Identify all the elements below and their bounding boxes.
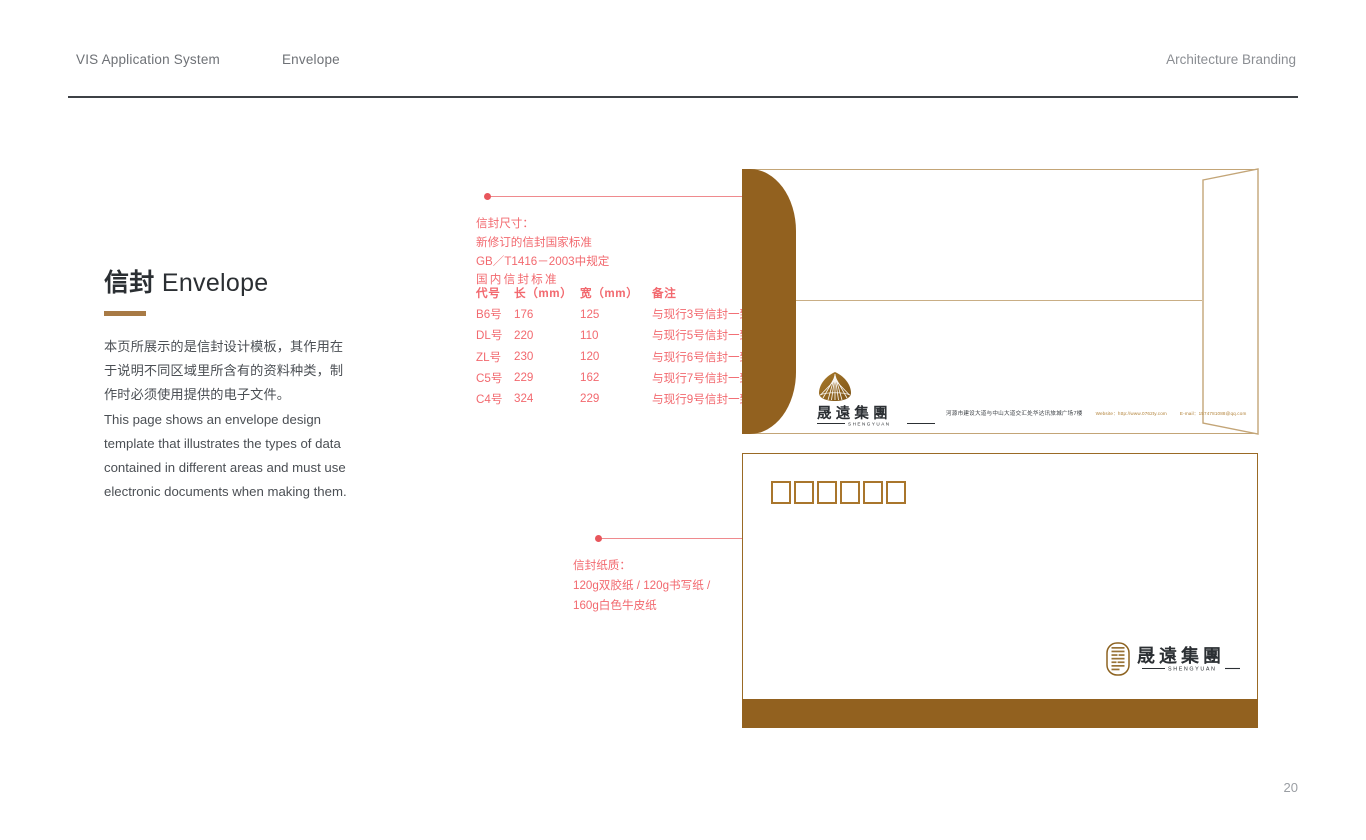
intro-body-cn: 本页所展示的是信封设计模板，其作用在于说明不同区域里所含有的资料种类，制作时必须… (104, 339, 344, 403)
page-number: 20 (1283, 780, 1298, 795)
postal-code-boxes (771, 481, 906, 504)
col-header-width: 宽（mm） (580, 287, 639, 300)
cell-remark: 与现行9号信封一致 (652, 392, 752, 406)
col-header-code: 代号 (476, 287, 501, 300)
table-row: DL号 220 110 与现行5号信封一致 (476, 327, 751, 348)
contact-email-value: 1574781088@qq.com (1198, 411, 1247, 416)
size-note-line2: GB／T1416－2003中规定 (476, 254, 610, 268)
postal-code-box (886, 481, 906, 504)
cell-remark: 与现行3号信封一致 (652, 308, 752, 322)
paper-note-line1: 120g双胶纸 / 120g书写纸 / (573, 578, 711, 592)
cell-length: 230 (514, 350, 534, 364)
header-section-label: VIS Application System (76, 52, 220, 67)
contact-website-label: Website： (1095, 411, 1118, 416)
postal-code-box (863, 481, 883, 504)
paper-note-group: 信封纸质： 120g双胶纸 / 120g书写纸 / 160g白色牛皮纸 (573, 556, 710, 616)
table-row: C4号 324 229 与现行9号信封一致 (476, 391, 751, 412)
intro-block: 信封 Envelope 本页所展示的是信封设计模板，其作用在于说明不同区域里所含… (104, 268, 354, 504)
paper-note-line2: 160g白色牛皮纸 (573, 598, 657, 612)
envelope-front-mockup: 晟遠集團 SHENGYUAN (742, 453, 1258, 728)
cell-width: 110 (580, 328, 599, 342)
header-left-group: VIS Application System Envelope (76, 52, 340, 67)
postal-code-box (817, 481, 837, 504)
contact-email: E-mail：1574781088@qq.com (1180, 411, 1247, 417)
contact-email-label: E-mail： (1179, 411, 1199, 416)
cell-width: 229 (580, 392, 600, 406)
shengyuan-tower-icon (819, 372, 851, 401)
header-divider (68, 96, 1298, 98)
cell-length: 176 (514, 307, 534, 321)
size-table-body: 代号 长（mm） 宽（mm） 备注 B6号 176 125 与现行3号信封一致 … (476, 285, 751, 412)
header-page-label: Envelope (281, 52, 340, 67)
cell-code: C5号 (476, 371, 503, 385)
shengyuan-wordmark: 晟遠集團 SHENGYUAN (817, 405, 935, 427)
col-header-length: 长（mm） (514, 287, 573, 300)
cell-width: 125 (580, 307, 600, 321)
title-underline (104, 311, 146, 316)
envelope-front-bottom-bar (742, 699, 1258, 728)
postal-code-box (771, 481, 791, 504)
cell-code: C4号 (476, 392, 503, 406)
cell-remark: 与现行5号信封一致 (652, 329, 752, 343)
table-row: ZL号 230 120 与现行6号信封一致 (476, 349, 751, 370)
svg-text:晟遠集團: 晟遠集團 (817, 405, 892, 422)
cell-code: B6号 (476, 308, 502, 322)
size-note-heading-group: 信封尺寸： 新修订的信封国家标准 GB／T1416－2003中规定 国内信封标准 (476, 215, 609, 290)
cell-length: 220 (514, 328, 534, 342)
svg-text:SHENGYUAN: SHENGYUAN (1168, 667, 1217, 673)
cell-code: DL号 (476, 329, 503, 343)
cell-remark: 与现行6号信封一致 (652, 350, 752, 364)
cell-length: 324 (514, 392, 534, 406)
size-table-element: 代号 长（mm） 宽（mm） 备注 B6号 176 125 与现行3号信封一致 … (476, 285, 751, 412)
envelope-back-brand-lockup: 晟遠集團 SHENGYUAN (817, 371, 937, 427)
envelope-size-table: 代号 长（mm） 宽（mm） 备注 B6号 176 125 与现行3号信封一致 … (476, 285, 751, 412)
page-title: 信封 Envelope (104, 268, 354, 298)
page-title-cn: 信封 (104, 269, 155, 297)
cell-code: ZL号 (476, 350, 502, 364)
col-header-remark: 备注 (652, 287, 677, 300)
annotation-leader-line-size (488, 196, 742, 197)
envelope-back-contact-row: 河源市建设大道与中山大道交汇处华达讯旅城广场7楼 Website：http://… (946, 409, 1246, 417)
size-note-line1: 新修订的信封国家标准 (476, 235, 592, 249)
postal-code-box (794, 481, 814, 504)
table-row: C5号 229 162 与现行7号信封一致 (476, 370, 751, 391)
cell-length: 229 (514, 371, 534, 385)
shengyuan-wordmark: 晟遠集團 SHENGYUAN (1137, 645, 1240, 673)
svg-text:SHENGYUAN: SHENGYUAN (848, 422, 891, 427)
envelope-back-left-flap (742, 169, 796, 434)
contact-website-value: http://www.0762ty.com (1117, 411, 1167, 416)
intro-body-en: This page shows an envelope design templ… (104, 412, 347, 500)
size-note-heading: 信封尺寸： (476, 217, 534, 230)
table-header-row: 代号 长（mm） 宽（mm） 备注 (476, 285, 751, 306)
table-row: B6号 176 125 与现行3号信封一致 (476, 306, 751, 327)
annotation-leader-line-paper (600, 538, 742, 539)
envelope-back-fold-line (796, 300, 1202, 301)
shengyuan-seal-icon (1106, 642, 1130, 676)
contact-website: Website：http://www.0762ty.com (1096, 411, 1167, 417)
cell-remark: 与现行7号信封一致 (652, 371, 752, 385)
envelope-back-mockup: 晟遠集團 SHENGYUAN 河源市建设大道与中山大道交汇处华达讯旅城广场7楼 … (742, 168, 1259, 435)
page-title-en: Envelope (161, 269, 269, 297)
postal-code-box (840, 481, 860, 504)
annotation-dot-paper (595, 535, 602, 542)
cell-width: 162 (580, 371, 600, 385)
cell-width: 120 (580, 350, 600, 364)
svg-text:晟遠集團: 晟遠集團 (1137, 645, 1225, 666)
page-root: VIS Application System Envelope Architec… (0, 0, 1366, 840)
paper-note-heading: 信封纸质： (573, 559, 631, 572)
annotation-dot-size (484, 193, 491, 200)
header-brand-label: Architecture Branding (1166, 52, 1296, 67)
envelope-front-brand-lockup: 晟遠集團 SHENGYUAN (1106, 642, 1242, 676)
envelope-back-right-flap (1202, 168, 1259, 435)
contact-address: 河源市建设大道与中山大道交汇处华达讯旅城广场7楼 (946, 411, 1083, 417)
